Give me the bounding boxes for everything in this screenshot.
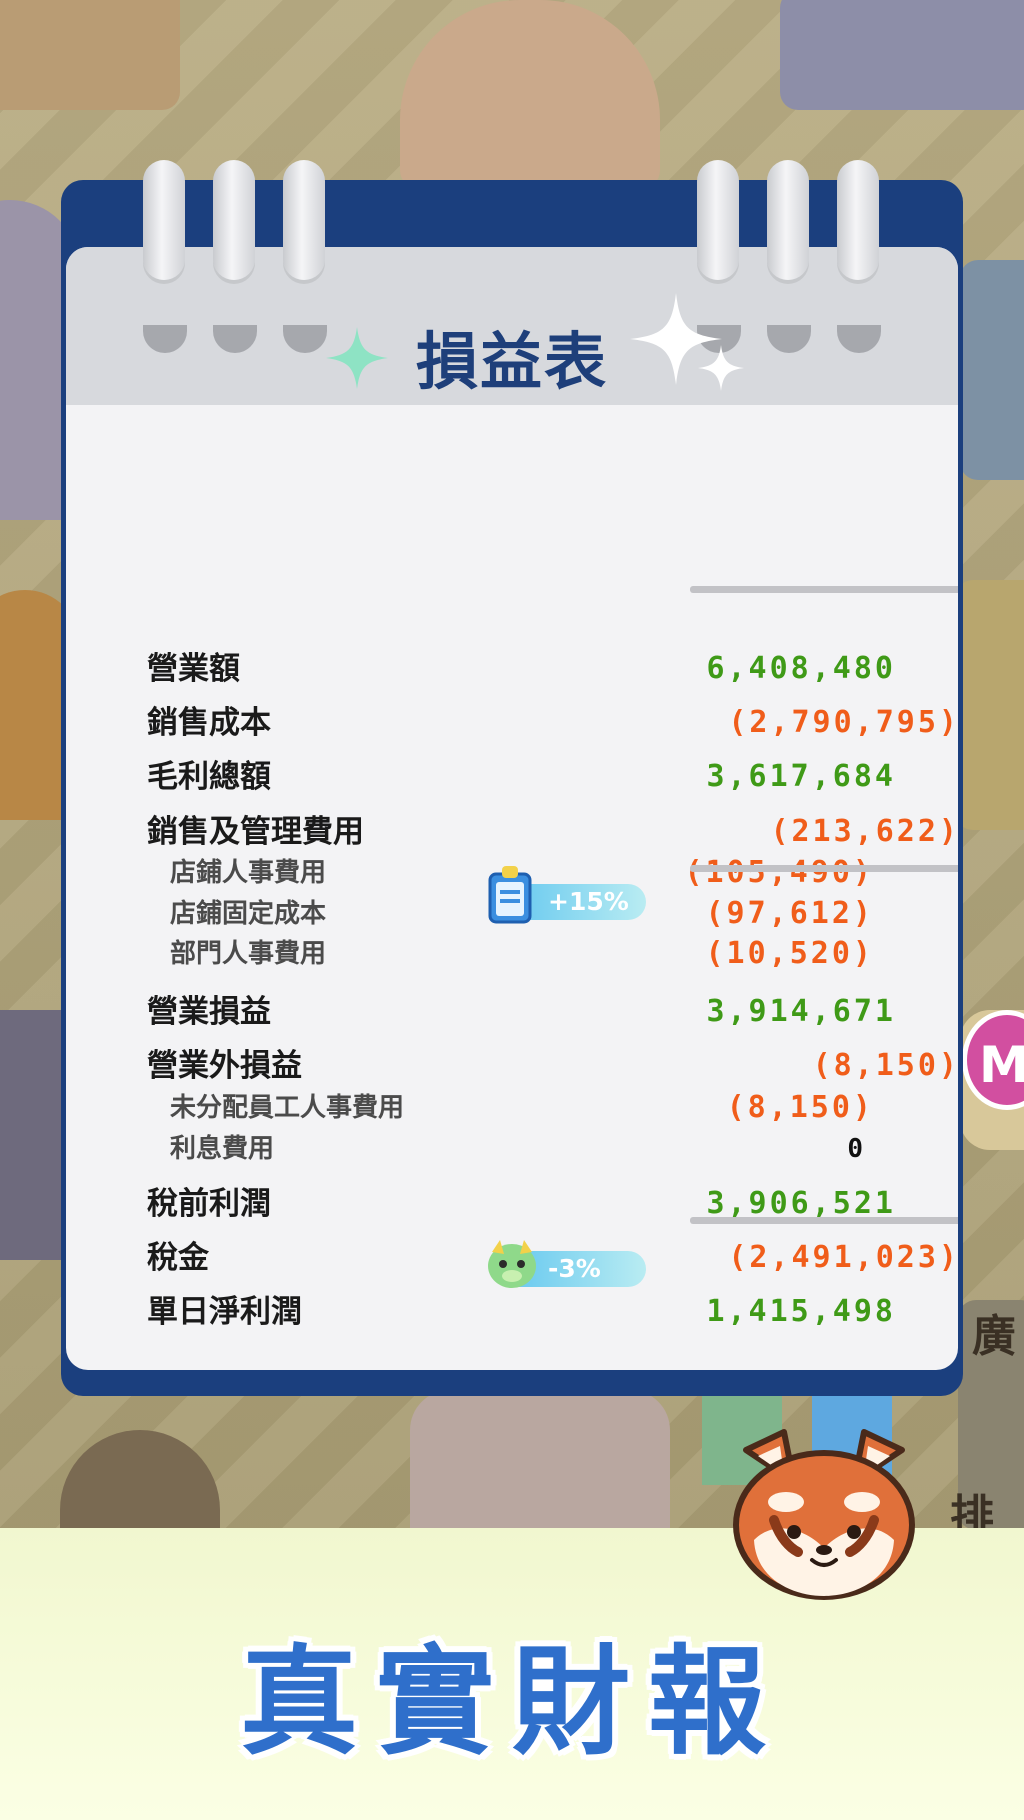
- statement-row-label: 稅金: [147, 1240, 209, 1276]
- statement-row: 營業額 6,408,480: [66, 644, 958, 694]
- statement-row-value: 6,408,480: [706, 651, 896, 686]
- panel-title: 損益表: [415, 325, 608, 398]
- statement-row-label: 銷售成本: [147, 705, 271, 741]
- statement-row-label: 營業額: [147, 651, 240, 687]
- income-statement-panel: 損益表 營業額 6,408,480 銷售成本 (2,790,795) 毛利總額 3,617…: [61, 160, 963, 1396]
- binder-ring: [283, 160, 325, 280]
- subtotal-rule: [690, 1217, 958, 1224]
- shop-building: [955, 580, 1024, 830]
- subtotal-rule: [690, 586, 958, 593]
- red-panda-mascot-icon: [733, 1429, 915, 1600]
- panel-header: 損益表: [66, 247, 958, 405]
- statement-row-label: 部門人事費用: [170, 939, 327, 969]
- binder-ring: [213, 160, 255, 280]
- shop-building: [780, 0, 1024, 110]
- side-menu-ranking-button[interactable]: 排行: [950, 1480, 1024, 1530]
- statement-row-value: 1,415,498: [706, 1294, 896, 1329]
- banner-title: 真實財報: [239, 1633, 784, 1771]
- tax-badge-value: -3%: [548, 1254, 601, 1283]
- dragon-icon: [488, 1240, 536, 1288]
- statement-row-value: (2,491,023): [728, 1240, 958, 1275]
- binder-ring: [767, 160, 809, 280]
- statement-row: 毛利總額 3,617,684: [66, 752, 958, 802]
- subtotal-rule: [690, 865, 958, 872]
- binder-ring: [697, 160, 739, 280]
- binder-ring: [837, 160, 879, 280]
- panel-page: 損益表 營業額 6,408,480 銷售成本 (2,790,795) 毛利總額 3,617…: [66, 247, 958, 1370]
- statement-row-label: 稅前利潤: [147, 1186, 271, 1222]
- statement-row: 營業損益 3,914,671: [66, 987, 958, 1037]
- side-menu-ad-button[interactable]: 廣: [972, 1300, 1016, 1364]
- statement-row-label: 單日淨利潤: [147, 1294, 302, 1330]
- clipboard-icon: [488, 866, 532, 924]
- binder-ring: [143, 160, 185, 280]
- statement-row-value: (10,520): [705, 936, 874, 971]
- statement-row-label: 毛利總額: [147, 759, 271, 795]
- statement-row-value: 0: [847, 1134, 866, 1164]
- shop-building: [960, 260, 1024, 480]
- statement-row: 部門人事費用 (10,520): [66, 929, 958, 979]
- statement-row-label: 營業損益: [147, 994, 271, 1030]
- ice-cream-shop: [410, 1390, 670, 1530]
- statement-row: 利息費用 0: [66, 1124, 958, 1174]
- shop-building: [60, 1430, 220, 1530]
- statement-row-value: 3,914,671: [706, 994, 896, 1029]
- shop-building: [0, 0, 180, 110]
- bonus-badge-value: +15%: [548, 887, 629, 916]
- statement-row-value: 3,617,684: [706, 759, 896, 794]
- ice-cream-shop: [400, 0, 660, 190]
- statement-row-value: (2,790,795): [728, 705, 958, 740]
- statement-row-label: 利息費用: [170, 1134, 275, 1164]
- statement-row: 銷售成本 (2,790,795): [66, 698, 958, 748]
